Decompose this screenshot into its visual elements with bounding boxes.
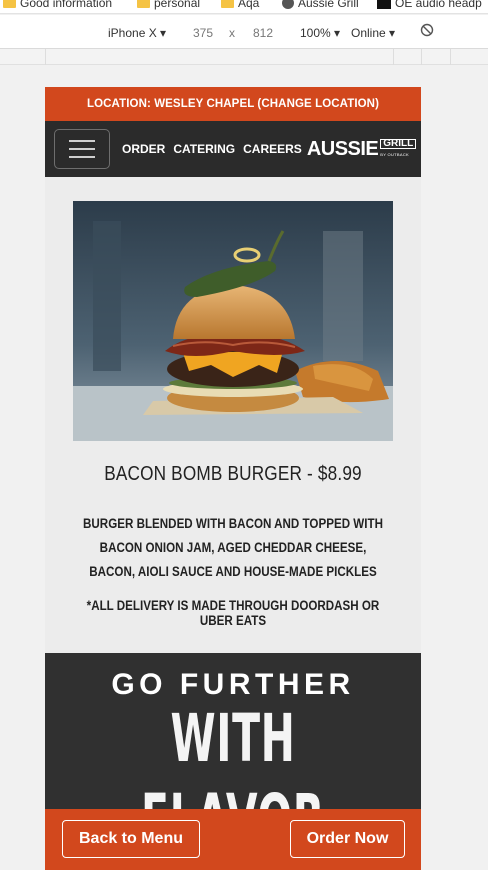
bookmark-aussie-grill[interactable]: Aussie Grill (282, 0, 359, 10)
bookmarks-bar: Good information personal Aqa Aussie Gri… (0, 0, 488, 14)
folder-icon (137, 0, 150, 8)
folder-icon (221, 0, 234, 8)
bookmark-oe-audio[interactable]: OE audio headp (377, 0, 482, 10)
item-description: BURGER BLENDED WITH BACON AND TOPPED WIT… (83, 516, 383, 579)
nav-link-order[interactable]: ORDER (122, 142, 165, 156)
aussie-grill-logo[interactable]: AUSSIE GRILL BY OUTBACK (307, 138, 417, 161)
bookmark-personal[interactable]: personal (137, 0, 200, 10)
banner-line-2: WITH FLAVOR (141, 700, 324, 809)
dimension-separator: x (229, 26, 235, 40)
bookmark-good-information[interactable]: Good information (3, 0, 112, 10)
location-bar[interactable]: LOCATION: WESLEY CHAPEL (CHANGE LOCATION… (45, 87, 421, 121)
go-further-banner: GO FURTHER WITH FLAVOR (45, 653, 421, 809)
network-throttle-select[interactable]: Online ▾ (351, 26, 395, 40)
device-select[interactable]: iPhone X ▾ (108, 26, 166, 40)
media-query-bar (0, 49, 488, 65)
item-title: BACON BOMB BURGER - $8.99 (104, 463, 362, 485)
nav-links: ORDER CATERING CAREERS (122, 142, 302, 156)
rotate-icon[interactable] (420, 23, 434, 40)
mobile-viewport: LOCATION: WESLEY CHAPEL (CHANGE LOCATION… (45, 87, 421, 870)
nav-link-catering[interactable]: CATERING (173, 142, 235, 156)
nav-link-careers[interactable]: CAREERS (243, 142, 302, 156)
zoom-select[interactable]: 100% ▾ (300, 26, 340, 40)
device-toolbar: iPhone X ▾ 375 x 812 100% ▾ Online ▾ (0, 15, 488, 49)
delivery-note: *ALL DELIVERY IS MADE THROUGH DOORDASH O… (86, 598, 380, 628)
burger-photo (73, 201, 393, 441)
banner-line-1: GO FURTHER (111, 668, 355, 701)
oe-icon (377, 0, 391, 9)
device-width-input[interactable]: 375 (193, 26, 213, 40)
menu-item-detail: BACON BOMB BURGER - $8.99 BURGER BLENDED… (45, 177, 421, 628)
back-to-menu-button[interactable]: Back to Menu (62, 820, 200, 858)
site-navbar: ORDER CATERING CAREERS AUSSIE GRILL BY O… (45, 121, 421, 177)
folder-icon (3, 0, 16, 8)
hamburger-menu-icon[interactable] (54, 129, 110, 169)
sticky-footer: Back to Menu Order Now (45, 809, 421, 870)
device-height-input[interactable]: 812 (253, 26, 273, 40)
order-now-button[interactable]: Order Now (290, 820, 405, 858)
globe-icon (282, 0, 294, 9)
bookmark-aqa[interactable]: Aqa (221, 0, 259, 10)
